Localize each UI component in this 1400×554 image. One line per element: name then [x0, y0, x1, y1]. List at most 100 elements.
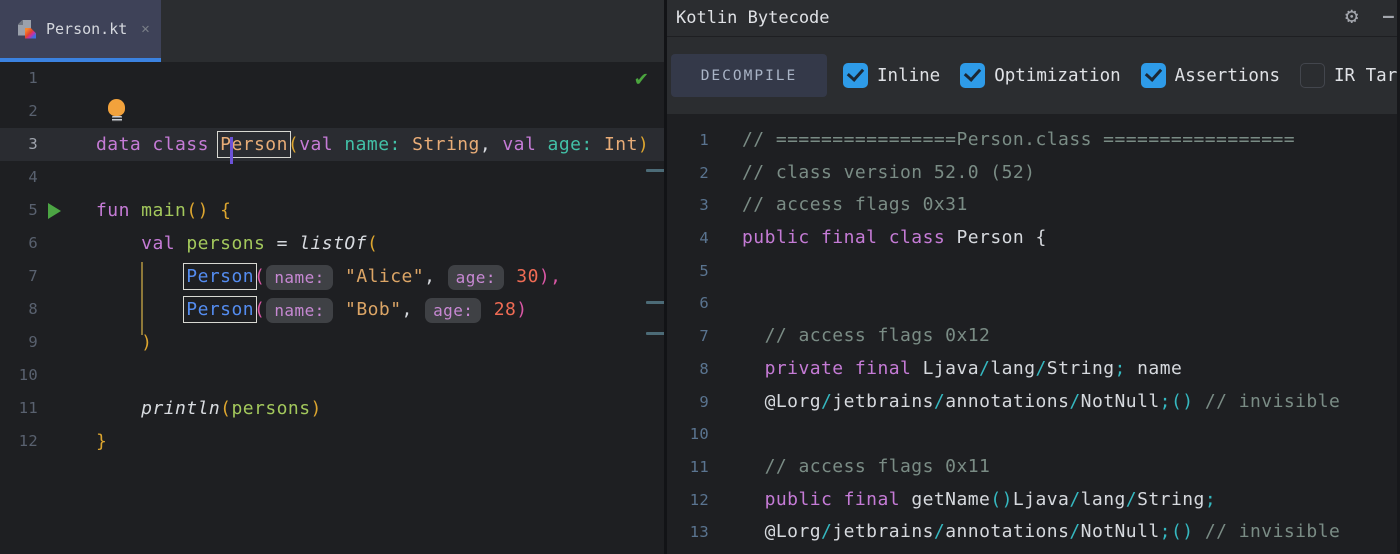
kotlin-file-icon	[18, 19, 36, 39]
line-number[interactable]: 12	[0, 425, 40, 458]
line-number[interactable]: 2	[667, 157, 713, 190]
scrollbar-mark[interactable]	[646, 332, 664, 335]
line-number[interactable]: 10	[667, 418, 713, 451]
bytecode-code-viewer[interactable]: 1 // ================Person.class =======…	[667, 114, 1397, 554]
code-line[interactable]: 8 private final Ljava/lang/String; name	[667, 353, 1397, 386]
line-number[interactable]: 9	[667, 386, 713, 419]
code-token: ;()	[1159, 521, 1194, 543]
code-text: println(persons)	[96, 392, 664, 425]
code-token: println	[141, 398, 221, 419]
code-token: @Lorg	[764, 521, 822, 543]
code-line[interactable]: 7 // access flags 0x12	[667, 320, 1397, 353]
line-number[interactable]: 5	[0, 194, 40, 227]
line-number[interactable]: 4	[667, 222, 713, 255]
code-line[interactable]: 4	[0, 161, 664, 194]
line-number[interactable]: 12	[667, 484, 713, 517]
intention-lightbulb-icon[interactable]	[108, 99, 125, 123]
line-number[interactable]: 1	[667, 124, 713, 157]
code-token: // access flags 0x12	[764, 325, 991, 347]
line-number[interactable]: 11	[667, 451, 713, 484]
code-line[interactable]: 9 )	[0, 326, 664, 359]
editor-tab-bar: Person.kt ✕	[0, 0, 664, 62]
gutter-icon-slot	[40, 425, 96, 458]
gutter-icon-slot	[40, 95, 96, 128]
line-number[interactable]: 5	[667, 255, 713, 288]
checkbox-assertions[interactable]	[1140, 63, 1166, 88]
decompile-button[interactable]: DECOMPILE	[671, 54, 827, 97]
code-token: "Bob"	[345, 299, 402, 320]
tab-person-kt[interactable]: Person.kt ✕	[0, 0, 161, 58]
code-token: // invisible	[1204, 521, 1341, 543]
code-line[interactable]: 9 @Lorg/jetbrains/annotations/NotNull;()…	[667, 386, 1397, 419]
code-line[interactable]: 2	[0, 95, 664, 128]
checkbox-group-optimization: Optimization	[960, 63, 1121, 88]
code-line[interactable]: 4 public final class Person {	[667, 222, 1397, 255]
tab-close-icon[interactable]: ✕	[141, 21, 149, 37]
line-number[interactable]: 8	[0, 293, 40, 326]
code-line[interactable]: 2 // class version 52.0 (52)	[667, 157, 1397, 190]
gutter-icon-slot	[40, 293, 96, 326]
code-line[interactable]: 3 // access flags 0x31	[667, 189, 1397, 222]
code-token: persons	[186, 233, 266, 254]
code-line[interactable]: 11 println(persons)	[0, 392, 664, 425]
code-token: "Alice"	[345, 266, 425, 287]
code-token: persons	[231, 398, 311, 419]
code-token: jetbrains	[832, 521, 934, 543]
code-line[interactable]: 6	[667, 287, 1397, 320]
settings-gear-icon[interactable]: ⚙	[1345, 4, 1358, 29]
code-line[interactable]: 13 @Lorg/jetbrains/annotations/NotNull;(…	[667, 516, 1397, 549]
code-token: /	[1069, 521, 1081, 543]
scrollbar-mark[interactable]	[646, 301, 664, 304]
hide-panel-icon[interactable]: —	[1383, 6, 1394, 27]
line-number[interactable]: 6	[667, 287, 713, 320]
inspections-ok-icon[interactable]: ✔	[635, 66, 648, 90]
code-token: )	[310, 398, 322, 419]
code-text: public final class Person {	[713, 222, 1397, 255]
checkbox-optimization[interactable]	[960, 63, 986, 88]
code-line[interactable]: 11 // access flags 0x11	[667, 451, 1397, 484]
code-text: // ================Person.class ========…	[713, 124, 1397, 157]
code-text: data class Person (val name: String, val …	[96, 128, 664, 164]
code-line[interactable]: 6 val persons = listOf(	[0, 227, 664, 260]
checkbox-inline[interactable]	[843, 63, 868, 88]
line-number[interactable]: 13	[667, 516, 713, 549]
code-token: /	[933, 521, 946, 543]
code-line[interactable]: 7 Person(name: "Alice", age: 30),	[0, 260, 664, 293]
gutter-icon-slot	[40, 260, 96, 293]
code-line[interactable]: 10	[0, 359, 664, 392]
line-number[interactable]: 6	[0, 227, 40, 260]
line-number[interactable]: 10	[0, 359, 40, 392]
kotlin-code-editor[interactable]: 1 2 3 data class Person (val name: String, v…	[0, 62, 664, 554]
code-token: // access flags 0x11	[764, 455, 991, 477]
line-number[interactable]: 9	[0, 326, 40, 359]
line-number[interactable]: 4	[0, 161, 40, 194]
code-token: String	[1137, 488, 1205, 510]
code-line[interactable]: 8 Person(name: "Bob", age: 28)	[0, 293, 664, 326]
checkbox-ir-target[interactable]	[1300, 63, 1326, 88]
gutter-icon-slot	[40, 326, 96, 359]
code-line[interactable]: 1 // ================Person.class =======…	[667, 124, 1397, 157]
line-number[interactable]: 8	[667, 353, 713, 386]
line-number[interactable]: 2	[0, 95, 40, 128]
code-line[interactable]: 3 data class Person (val name: String, val…	[0, 128, 664, 164]
run-arrow-icon[interactable]	[48, 203, 61, 219]
code-line[interactable]: 5	[667, 255, 1397, 288]
code-token: (	[366, 233, 379, 254]
code-line[interactable]: 5 fun main() {	[0, 194, 664, 227]
scrollbar-mark[interactable]	[646, 169, 664, 172]
line-number[interactable]: 3	[0, 128, 40, 161]
code-line[interactable]: 10	[667, 418, 1397, 451]
code-line[interactable]: 1	[0, 62, 664, 95]
line-number[interactable]: 7	[0, 260, 40, 293]
line-number[interactable]: 1	[0, 62, 40, 95]
code-token: data class	[96, 134, 221, 155]
line-number[interactable]: 11	[0, 392, 40, 425]
code-line[interactable]: 12}	[0, 425, 664, 458]
code-text: fun main() {	[96, 194, 664, 227]
code-line[interactable]: 12 public final getName()Ljava/lang/Stri…	[667, 484, 1397, 517]
line-number[interactable]: 7	[667, 320, 713, 353]
line-number[interactable]: 3	[667, 189, 713, 222]
